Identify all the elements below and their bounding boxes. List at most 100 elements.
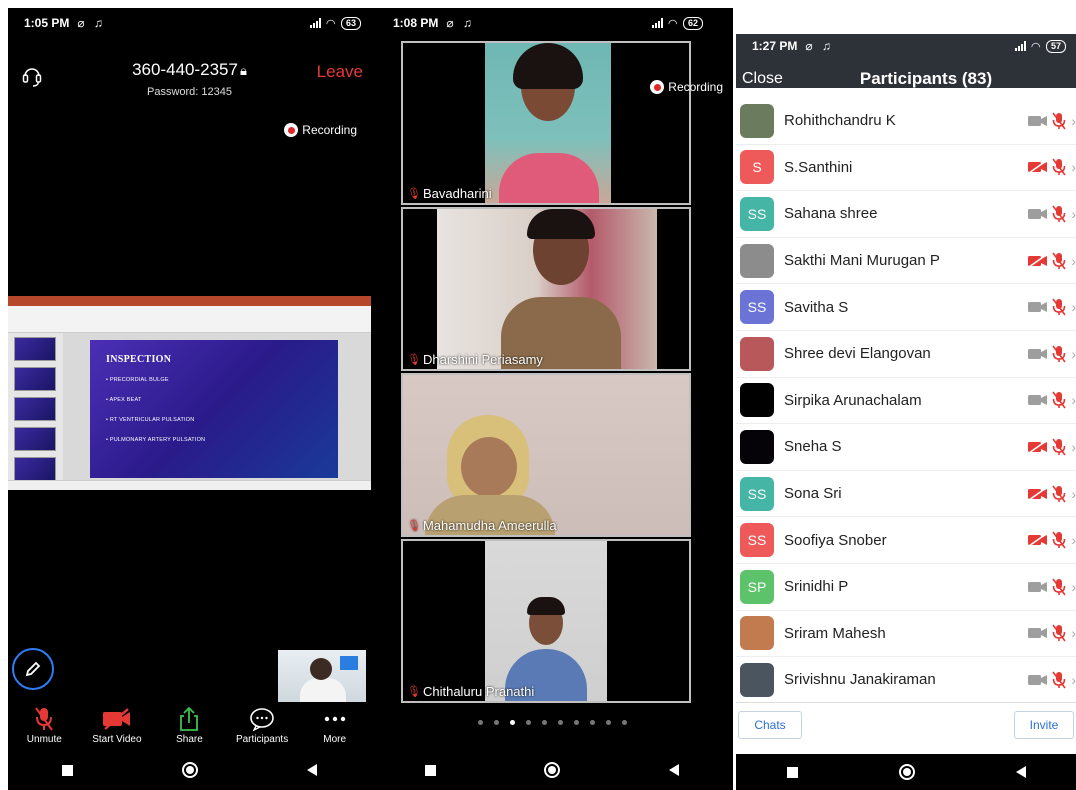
record-dot-icon (284, 123, 299, 137)
wifi-icon: ◠ (668, 17, 677, 30)
back-icon[interactable] (306, 764, 317, 776)
chevron-right-icon: › (1071, 625, 1076, 642)
slide-title: INSPECTION (106, 354, 172, 365)
ppt-ribbon (8, 306, 371, 333)
video-off-icon (1028, 115, 1048, 126)
video-feed (485, 541, 607, 701)
avatar: SS (740, 196, 774, 231)
page-dot[interactable] (541, 720, 547, 725)
video-off-icon (1028, 628, 1048, 639)
participant-row[interactable]: S S.Santhini › (736, 145, 1076, 192)
chevron-right-icon: › (1071, 252, 1076, 269)
unmute-button[interactable]: Unmute (9, 706, 79, 745)
page-dot-active[interactable] (509, 720, 515, 725)
participant-row[interactable]: Sirpika Arunachalam › (736, 378, 1076, 425)
participant-status-icons: › (1027, 345, 1076, 363)
home-icon[interactable] (544, 762, 561, 778)
participant-status-icons: › (1027, 205, 1076, 223)
avatar (740, 429, 774, 464)
chevron-right-icon: › (1071, 299, 1076, 316)
notification-icons: ⌀ ♫ (446, 16, 475, 30)
video-tile[interactable]: 🎙︎ Dharshini Periasamy (401, 207, 691, 371)
video-feed (403, 375, 689, 535)
participant-row[interactable]: Shree devi Elangovan › (736, 331, 1076, 378)
participant-row[interactable]: Sneha S › (736, 424, 1076, 471)
participant-row[interactable]: SS Soofiya Snober › (736, 517, 1076, 564)
participants-label: Participants (235, 734, 289, 745)
mic-muted-icon (1052, 624, 1066, 642)
participant-row[interactable]: SS Savitha S › (736, 284, 1076, 331)
video-tile[interactable]: 🎙︎ Mahamudha Ameerulla (401, 373, 691, 537)
home-icon[interactable] (181, 762, 198, 778)
participant-list[interactable]: Rohithchandru K › S S.Santhini › SS Sahana shr… (736, 98, 1076, 704)
ppt-statusbar (8, 480, 371, 490)
recording-indicator: Recording (284, 123, 357, 137)
video-off-icon (1028, 253, 1048, 268)
home-icon[interactable] (898, 764, 915, 780)
participant-row[interactable]: SP Srinidhi P › (736, 564, 1076, 611)
participant-name: Shree devi Elangovan (784, 345, 931, 363)
chevron-right-icon: › (1071, 532, 1076, 549)
participant-row[interactable]: Sriram Mahesh › (736, 611, 1076, 658)
avatar (740, 103, 774, 138)
video-tile[interactable]: 🎙︎ Chithaluru Pranathi (401, 539, 691, 703)
participants-button[interactable]: Participants (227, 706, 297, 745)
start-video-button[interactable]: Start Video (82, 706, 152, 745)
page-indicator[interactable] (371, 720, 733, 725)
start-video-label: Start Video (92, 734, 142, 745)
page-dot[interactable] (573, 720, 579, 725)
gallery-screen: 1:08 PM ⌀ ♫ ◠ 62 🎙︎ Bavadharini Recording… (371, 8, 733, 790)
page-dot[interactable] (589, 720, 595, 725)
avatar (740, 383, 774, 418)
participant-row[interactable]: Rohithchandru K › (736, 98, 1076, 145)
mic-muted-icon (1052, 671, 1066, 689)
back-icon[interactable] (1015, 766, 1026, 778)
participant-row[interactable]: SS Sona Sri › (736, 471, 1076, 518)
participant-name-label: 🎙︎ Bavadharini (407, 186, 492, 201)
page-dot[interactable] (477, 720, 483, 725)
annotate-button[interactable] (12, 648, 54, 690)
participant-name: Sneha S (784, 438, 842, 456)
back-icon[interactable] (668, 764, 679, 776)
page-dot[interactable] (525, 720, 531, 725)
page-dot[interactable] (621, 720, 627, 725)
wifi-icon: ◠ (1031, 40, 1040, 53)
status-time: 1:08 PM (393, 16, 439, 30)
chevron-right-icon: › (1071, 438, 1076, 455)
mic-muted-icon (1052, 391, 1066, 409)
more-label: More (323, 734, 347, 745)
participant-status-icons: › (1027, 158, 1076, 176)
page-dot[interactable] (493, 720, 499, 725)
android-navbar (371, 750, 733, 790)
chevron-right-icon: › (1071, 112, 1076, 129)
more-button[interactable]: More (300, 706, 370, 745)
recording-label: Recording (302, 123, 357, 137)
recents-icon[interactable] (786, 766, 798, 778)
participant-status-icons: › (1027, 298, 1076, 316)
avatar (740, 616, 774, 651)
share-icon (180, 706, 199, 731)
participant-row[interactable]: SS Sahana shree › (736, 191, 1076, 238)
video-feed (485, 43, 611, 203)
participant-row[interactable]: Sakthi Mani Murugan P › (736, 238, 1076, 285)
meeting-password: Password: 12345 (147, 86, 232, 98)
chats-button[interactable]: Chats (738, 711, 802, 739)
mic-muted-icon (1052, 578, 1066, 596)
shared-screen[interactable]: INSPECTION • PRECORDIAL BULGE • APEX BEA… (8, 296, 371, 490)
signal-icon (309, 18, 321, 28)
video-tile[interactable]: 🎙︎ Bavadharini (401, 41, 691, 205)
video-feed (437, 209, 657, 369)
share-button[interactable]: Share (154, 706, 224, 745)
invite-button[interactable]: Invite (1014, 711, 1074, 739)
recents-icon[interactable] (425, 764, 437, 776)
leave-button[interactable]: Leave (317, 62, 363, 82)
participants-footer: Chats Invite (736, 702, 1076, 754)
participant-row[interactable]: Srivishnu Janakiraman › (736, 657, 1076, 704)
recents-icon[interactable] (62, 764, 74, 776)
android-navbar (736, 754, 1076, 790)
slide-thumbnail (14, 457, 56, 481)
self-video-thumbnail[interactable] (278, 650, 366, 702)
page-dot[interactable] (557, 720, 563, 725)
page-dot[interactable] (605, 720, 611, 725)
participant-name: S.Santhini (784, 158, 853, 176)
